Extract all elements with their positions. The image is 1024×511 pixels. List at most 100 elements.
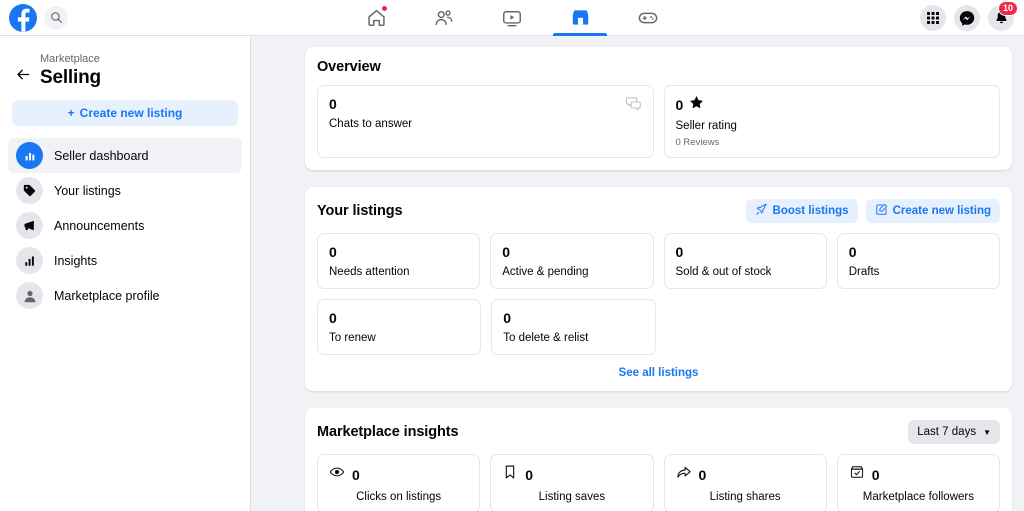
menu-button[interactable] [920, 4, 946, 31]
see-all-listings-link[interactable]: See all listings [317, 367, 1000, 379]
listing-tile-spacer [838, 299, 1000, 355]
marketplace-insights-card: Marketplace insights Last 7 days ▼ 0 Cli… [305, 408, 1012, 511]
overview-tiles: 0 Chats to answer 0 Seller rating 0 Revi… [317, 85, 1000, 158]
overview-header: Overview [317, 59, 1000, 75]
overview-tile-seller-rating[interactable]: 0 Seller rating 0 Reviews [663, 85, 1000, 158]
facebook-logo-icon[interactable] [9, 3, 37, 32]
sidebar: Marketplace Selling + Create new listing… [0, 36, 251, 511]
sidebar-header: Marketplace Selling [8, 46, 242, 89]
your-listings-card: Your listings Boost listings Create new … [305, 187, 1012, 391]
sidebar-kicker: Marketplace [40, 53, 100, 65]
seller-rating-value-row: 0 [676, 95, 989, 115]
tile-label: Marketplace followers [862, 491, 974, 503]
notifications-button[interactable]: 10 [988, 0, 1018, 31]
nav-tab-video[interactable] [478, 0, 546, 36]
tile-label: Needs attention [329, 266, 410, 278]
insights-header: Marketplace insights Last 7 days ▼ [317, 420, 1000, 444]
sidebar-nav-list: Seller dashboard Your listings Announcem… [8, 138, 242, 313]
eye-icon [329, 464, 345, 485]
sidebar-item-label: Marketplace profile [54, 288, 160, 303]
boost-listings-button[interactable]: Boost listings [745, 199, 858, 223]
your-listings-title: Your listings [317, 203, 403, 219]
listing-tile-spacer [666, 299, 828, 355]
sidebar-item-label: Announcements [54, 218, 145, 233]
tile-value: 0 [329, 96, 337, 112]
insights-tile-clicks-on-listings[interactable]: 0 Clicks on listings [317, 454, 481, 511]
tile-label: To renew [329, 332, 376, 344]
tile-value: 0 [871, 466, 880, 483]
overview-card: Overview 0 Chats to answer 0 Seller rati… [305, 47, 1012, 170]
rocket-icon [755, 203, 768, 219]
insights-value-row: 0 [676, 464, 815, 485]
tile-label: Listing saves [538, 491, 606, 503]
chat-bubbles-icon [625, 95, 642, 117]
create-new-listing-label: Create new listing [892, 205, 991, 217]
tile-value: 0 [502, 244, 511, 260]
price-tag-icon [16, 177, 43, 204]
tile-label: Drafts [848, 266, 880, 278]
tile-value: 0 [352, 466, 360, 483]
tile-value: 0 [525, 466, 534, 483]
listing-tile-active-pending[interactable]: 0 Active & pending [490, 233, 654, 289]
insights-value-row: 0 [329, 464, 468, 485]
tile-label: Active & pending [502, 266, 589, 278]
messenger-button[interactable] [954, 4, 980, 31]
sidebar-item-announcements[interactable]: Announcements [8, 208, 242, 243]
bookmark-icon [502, 464, 518, 485]
insights-date-range-label: Last 7 days [917, 426, 977, 438]
topbar-nav-tabs [342, 0, 682, 36]
create-new-listing-button[interactable]: Create new listing [865, 199, 1000, 223]
topbar-left-group [0, 3, 68, 32]
sidebar-item-label: Insights [54, 253, 98, 268]
sidebar-item-insights[interactable]: Insights [8, 243, 242, 278]
bar-chart-icon [16, 142, 43, 169]
your-listings-actions: Boost listings Create new listing [745, 199, 1000, 223]
notifications-count-badge: 10 [997, 0, 1018, 16]
compose-icon [875, 203, 888, 219]
insights-tile-listing-saves[interactable]: 0 Listing saves [490, 454, 654, 511]
tile-label: Seller rating [675, 120, 737, 132]
sidebar-title-group: Marketplace Selling [40, 52, 101, 89]
topbar-right-group: 10 [920, 0, 1018, 31]
sidebar-item-seller-dashboard[interactable]: Seller dashboard [8, 138, 242, 173]
grid-menu-icon [927, 11, 939, 24]
insights-tile-listing-shares[interactable]: 0 Listing shares [663, 454, 827, 511]
nav-tab-friends[interactable] [410, 0, 478, 36]
listing-tile-to-delete-relist[interactable]: 0 To delete & relist [491, 299, 656, 355]
marketplace-icon [572, 10, 588, 25]
insights-value-row: 0 [502, 464, 641, 485]
listing-tile-to-renew[interactable]: 0 To renew [317, 299, 482, 355]
listing-tile-sold-out-of-stock[interactable]: 0 Sold & out of stock [663, 233, 827, 289]
overview-tile-chats-to-answer[interactable]: 0 Chats to answer [317, 85, 654, 158]
listing-tile-drafts[interactable]: 0 Drafts [836, 233, 1000, 289]
boost-listings-label: Boost listings [772, 205, 849, 217]
tile-value: 0 [698, 466, 707, 483]
chevron-down-icon: ▼ [983, 427, 991, 437]
sidebar-item-label: Seller dashboard [54, 148, 149, 163]
gaming-icon [638, 12, 658, 23]
listing-tile-needs-attention[interactable]: 0 Needs attention [317, 233, 481, 289]
tile-label: To delete & relist [503, 332, 589, 344]
page-title: Selling [40, 67, 101, 88]
tile-label: Chats to answer [329, 118, 413, 130]
insights-date-range-dropdown[interactable]: Last 7 days ▼ [908, 420, 1000, 444]
plus-icon: + [67, 106, 75, 120]
sidebar-create-listing-button[interactable]: + Create new listing [12, 100, 238, 126]
insights-tiles: 0 Clicks on listings 0 Listing saves 0 L… [317, 454, 1000, 511]
sidebar-item-your-listings[interactable]: Your listings [8, 173, 242, 208]
nav-tab-gaming[interactable] [614, 0, 682, 36]
nav-tab-marketplace[interactable] [546, 0, 614, 36]
messenger-icon [959, 10, 975, 26]
sidebar-item-marketplace-profile[interactable]: Marketplace profile [8, 278, 242, 313]
tile-label: Sold & out of stock [675, 266, 772, 278]
tile-label: Clicks on listings [356, 491, 442, 503]
tile-value: 0 [848, 244, 857, 260]
friends-icon [435, 9, 453, 25]
shop-check-icon [849, 464, 865, 485]
back-button[interactable] [12, 63, 34, 85]
your-listings-tiles-row-2: 0 To renew 0 To delete & relist [317, 299, 1000, 355]
back-arrow-icon [16, 69, 29, 79]
insights-tile-marketplace-followers[interactable]: 0 Marketplace followers [836, 454, 1000, 511]
nav-tab-home[interactable] [342, 0, 410, 36]
search-button[interactable] [44, 5, 68, 30]
